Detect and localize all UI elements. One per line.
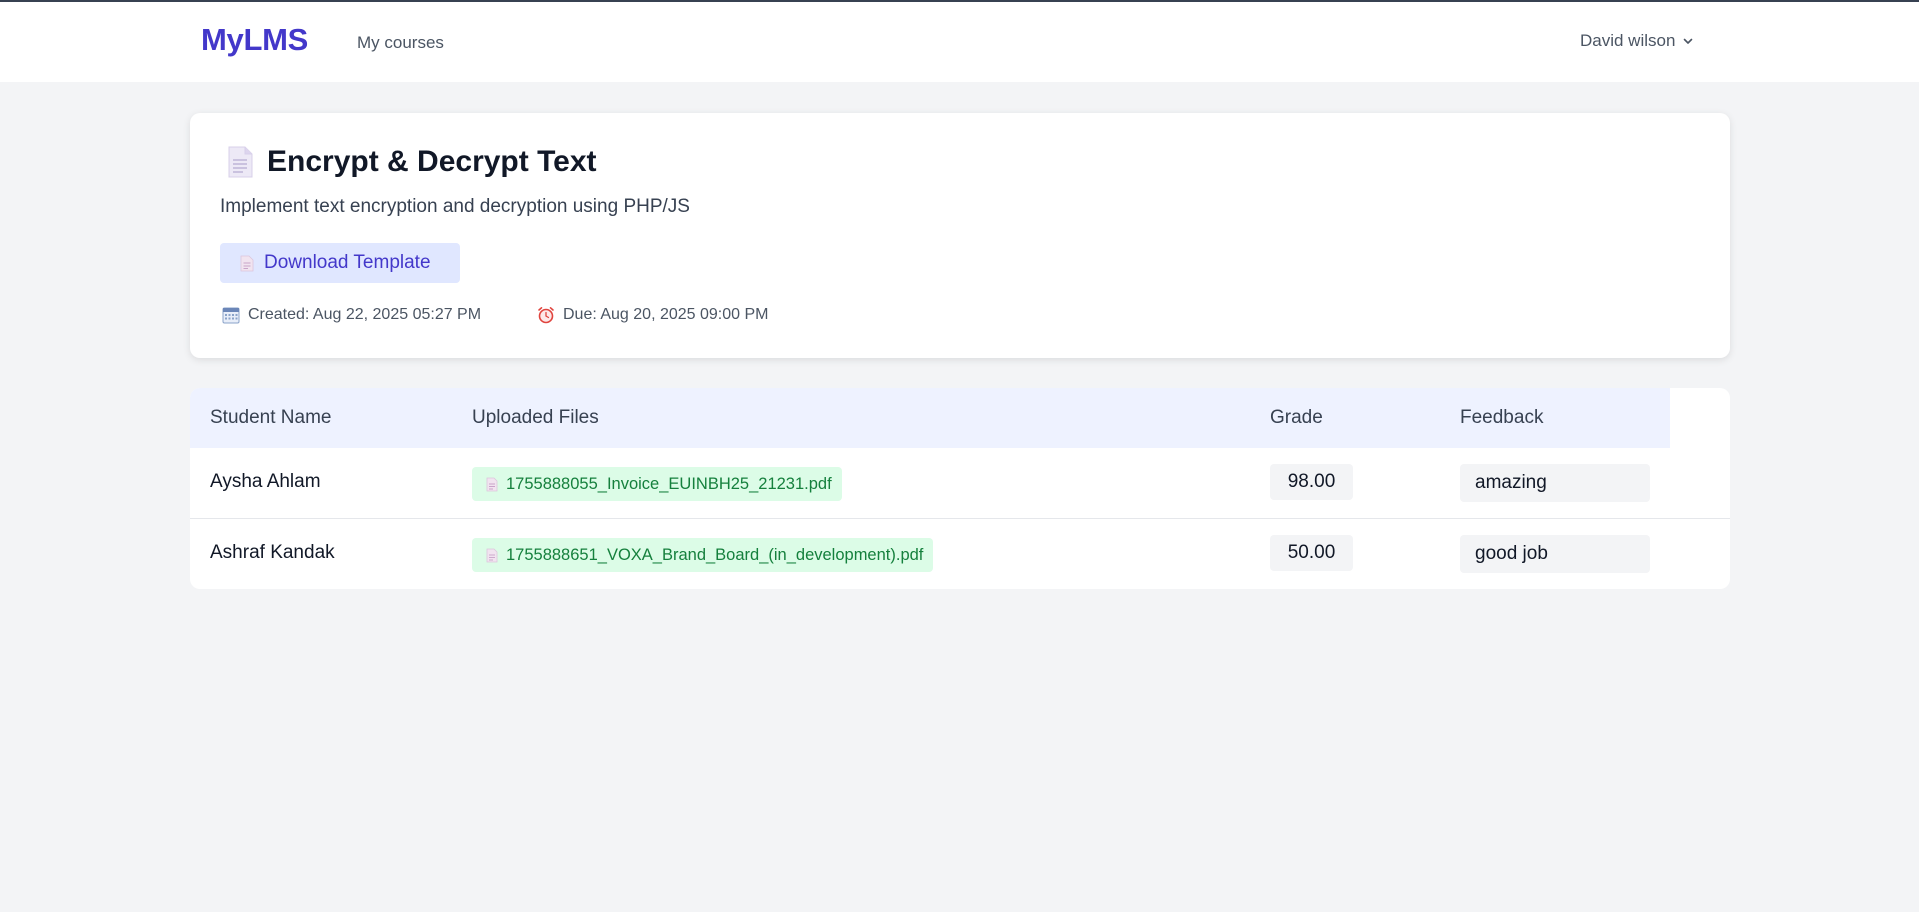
file-name: 1755888055_Invoice_EUINBH25_21231.pdf xyxy=(506,474,832,493)
document-icon xyxy=(486,548,498,562)
header-grade: Grade xyxy=(1270,407,1323,428)
assignment-card: Encrypt & Decrypt Text Implement text en… xyxy=(190,113,1730,358)
student-name: Aysha Ahlam xyxy=(210,471,321,492)
uploaded-file-link[interactable]: 1755888651_VOXA_Brand_Board_(in_developm… xyxy=(472,538,934,572)
header-uploaded-files: Uploaded Files xyxy=(472,407,599,428)
feedback-value: good job xyxy=(1460,535,1650,573)
nav-link-my-courses[interactable]: My courses xyxy=(357,33,444,53)
table-row: Aysha Ahlam 1755888055_Invoice_EUINBH25_… xyxy=(190,448,1730,519)
grade-value: 50.00 xyxy=(1270,535,1353,571)
submissions-table: Student Name Uploaded Files Grade Feedba… xyxy=(190,388,1730,589)
file-name: 1755888651_VOXA_Brand_Board_(in_developm… xyxy=(506,545,924,564)
created-date-text: Created: Aug 22, 2025 05:27 PM xyxy=(248,306,482,323)
download-template-button[interactable]: Download Template xyxy=(220,243,460,283)
student-name: Ashraf Kandak xyxy=(210,542,335,563)
document-icon xyxy=(486,477,498,491)
header-feedback: Feedback xyxy=(1460,407,1544,428)
brand-logo[interactable]: MyLMS xyxy=(201,22,308,58)
grade-value: 98.00 xyxy=(1270,464,1353,500)
table-row: Ashraf Kandak 1755888651_VOXA_Brand_Boar… xyxy=(190,519,1730,589)
assignment-description: Implement text encryption and decryption… xyxy=(220,196,690,217)
assignment-title-row: Encrypt & Decrypt Text xyxy=(227,145,597,179)
user-menu[interactable]: David wilson xyxy=(1580,31,1693,51)
uploaded-file-link[interactable]: 1755888055_Invoice_EUINBH25_21231.pdf xyxy=(472,467,842,501)
user-name: David wilson xyxy=(1580,31,1676,50)
chevron-down-icon xyxy=(1684,38,1693,44)
calendar-icon xyxy=(222,307,240,324)
alarm-clock-icon xyxy=(538,307,554,324)
header-student-name: Student Name xyxy=(210,407,332,428)
created-date: Created: Aug 22, 2025 05:27 PM xyxy=(222,306,481,324)
due-date: Due: Aug 20, 2025 09:00 PM xyxy=(537,306,768,324)
assignment-title: Encrypt & Decrypt Text xyxy=(267,145,597,178)
due-date-text: Due: Aug 20, 2025 09:00 PM xyxy=(563,306,769,323)
download-template-label: Download Template xyxy=(264,252,431,273)
document-icon xyxy=(240,255,254,271)
document-icon xyxy=(228,146,253,178)
table-header: Student Name Uploaded Files Grade Feedba… xyxy=(190,388,1670,448)
navbar: MyLMS My courses David wilson xyxy=(0,2,1919,82)
feedback-value: amazing xyxy=(1460,464,1650,502)
